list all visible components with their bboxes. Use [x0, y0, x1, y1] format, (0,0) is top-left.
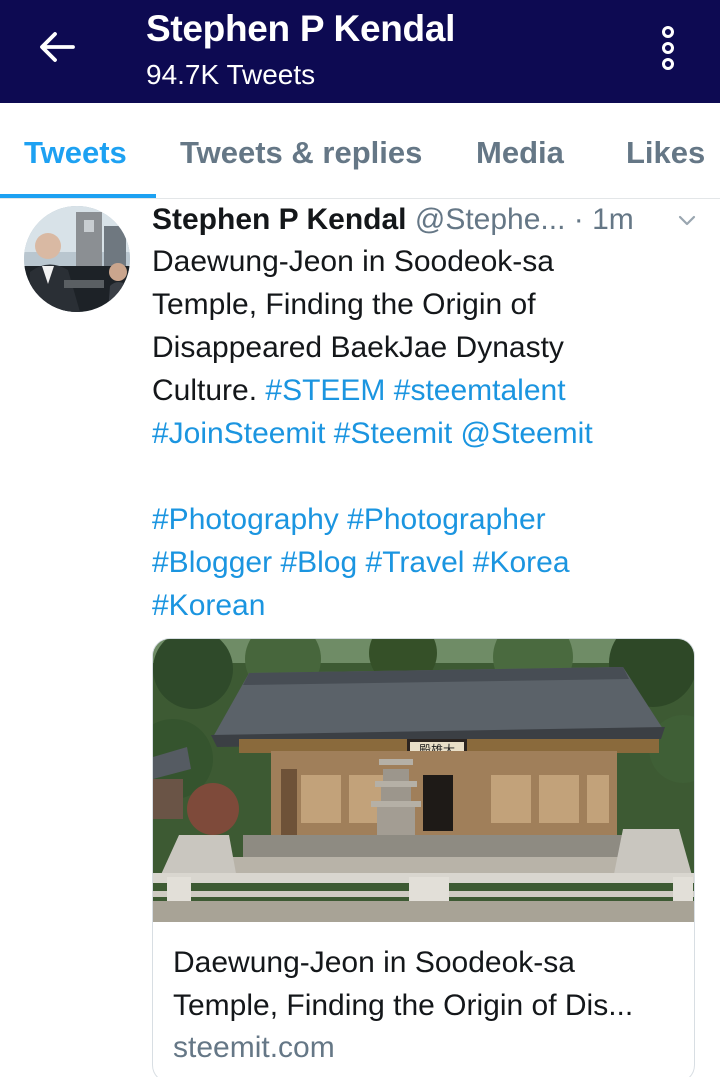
profile-tabs: Tweets Tweets & replies Media Likes — [0, 103, 720, 199]
tab-media[interactable]: Media — [476, 135, 564, 171]
tab-tweets[interactable]: Tweets — [24, 135, 127, 171]
tweet-text-line: Disappeared BaekJae Dynasty — [152, 331, 564, 364]
tweet-time: 1m — [592, 203, 634, 236]
active-tab-indicator — [0, 194, 156, 198]
tab-likes[interactable]: Likes — [626, 135, 705, 171]
tweet-text-line: #Korean — [152, 584, 704, 627]
hashtag-link[interactable]: #JoinSteemit — [152, 417, 325, 450]
card-image: 殿雄大 — [153, 639, 694, 922]
tweet-text: Daewung-Jeon in Soodeok-sa Temple, Findi… — [152, 240, 704, 627]
hashtag-link[interactable]: #Steemit — [334, 417, 452, 450]
mention-link[interactable]: @Steemit — [461, 417, 593, 450]
tweet-text-line: #Blogger #Blog #Travel #Korea — [152, 541, 704, 584]
tweet-header: Stephen P Kendal @Stephe... · 1m — [152, 203, 712, 239]
header-separator: · — [573, 203, 584, 236]
tweet-text-line: #JoinSteemit #Steemit @Steemit — [152, 412, 704, 455]
card-domain: steemit.com — [173, 1031, 335, 1064]
author-handle[interactable]: @Stephe... — [415, 203, 566, 236]
profile-title: Stephen P Kendal — [146, 8, 456, 49]
tweet-menu-button[interactable] — [678, 212, 696, 230]
tab-tweets-and-replies[interactable]: Tweets & replies — [180, 135, 422, 171]
tweet-text-line: #Photography #Photographer — [152, 498, 704, 541]
chevron-down-icon — [678, 215, 696, 226]
tweet-text-line: Culture. #STEEM #steemtalent — [152, 369, 704, 412]
hashtag-link[interactable]: #Korean — [152, 589, 265, 622]
tweet-text-fragment: Culture. — [152, 374, 266, 407]
avatar-photo — [24, 206, 130, 312]
hashtag-link[interactable]: #Blogger — [152, 546, 272, 579]
tweet-text-line: Temple, Finding the Origin of — [152, 288, 536, 321]
back-button[interactable] — [34, 24, 80, 70]
author-name[interactable]: Stephen P Kendal — [152, 203, 407, 236]
avatar[interactable] — [24, 206, 130, 312]
tweet-text-line: Daewung-Jeon in Soodeok-sa — [152, 245, 554, 278]
hashtag-link[interactable]: #STEEM — [265, 374, 385, 407]
arrow-left-icon — [40, 32, 75, 62]
more-vertical-icon — [662, 26, 674, 38]
link-preview-card[interactable]: 殿雄大 Daewung-Jeon in Soodeok-sa Temple, F… — [152, 638, 695, 1077]
tweet-count: 94.7K Tweets — [146, 59, 316, 90]
hashtag-link[interactable]: #Photographer — [347, 503, 546, 536]
card-title-line: Daewung-Jeon in Soodeok-sa — [173, 946, 575, 979]
hashtag-link[interactable]: #Blog — [280, 546, 357, 579]
card-title: Daewung-Jeon in Soodeok-sa Temple, Findi… — [173, 941, 683, 1027]
hashtag-link[interactable]: #Photography — [152, 503, 339, 536]
more-vertical-icon-dot — [662, 42, 674, 54]
top-app-bar: Stephen P Kendal 94.7K Tweets — [0, 0, 720, 103]
hashtag-link[interactable]: #Travel — [366, 546, 465, 579]
hashtag-link[interactable]: #Korea — [473, 546, 570, 579]
more-options-button[interactable] — [648, 22, 688, 74]
hashtag-link[interactable]: #steemtalent — [394, 374, 566, 407]
more-vertical-icon-dot — [662, 58, 674, 70]
card-title-line: Temple, Finding the Origin of Dis... — [173, 989, 634, 1022]
